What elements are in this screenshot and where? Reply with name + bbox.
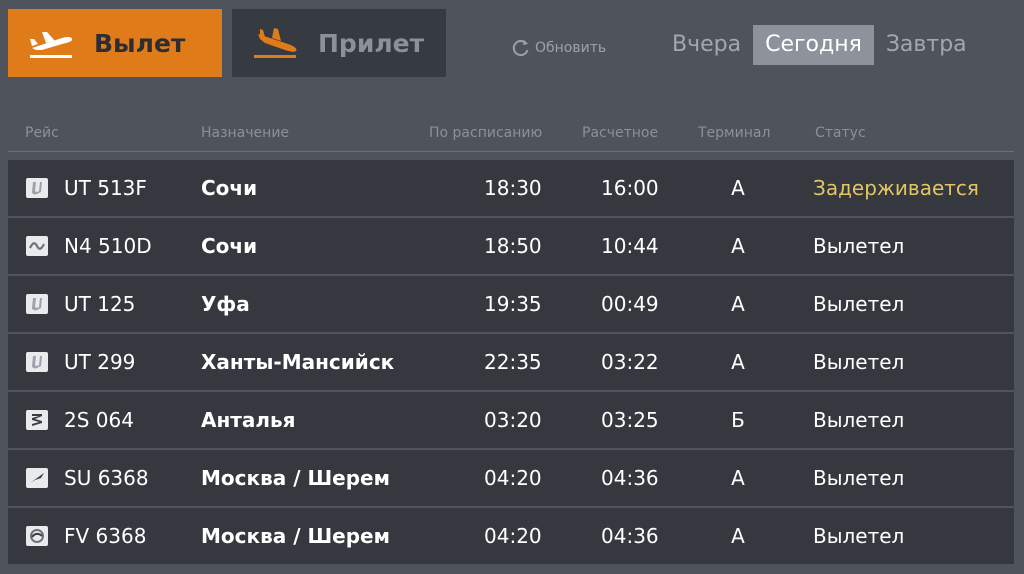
terminal: A <box>731 524 745 548</box>
scheduled-time: 04:20 <box>484 524 542 548</box>
airline-logo-cell <box>26 450 48 506</box>
aeroflot-logo <box>26 468 48 488</box>
airline-logo-cell <box>26 508 48 564</box>
terminal: Б <box>731 408 745 432</box>
destination: Сочи <box>201 234 258 258</box>
flight-status: Вылетел <box>813 466 905 490</box>
terminal: A <box>731 292 745 316</box>
destination: Уфа <box>201 292 250 316</box>
flight-number: N4 510D <box>64 234 152 258</box>
departures-tab[interactable]: Вылет <box>8 9 222 77</box>
estimated-time: 04:36 <box>601 524 659 548</box>
flight-status: Вылетел <box>813 350 905 374</box>
estimated-time: 10:44 <box>601 234 659 258</box>
refresh-button[interactable]: Обновить <box>511 36 606 60</box>
destination: Анталья <box>201 408 296 432</box>
flight-status: Задерживается <box>813 176 979 200</box>
flight-number: UT 513F <box>64 176 147 200</box>
refresh-label: Обновить <box>535 40 607 56</box>
table-row[interactable]: 2S 064 Анталья 03:20 03:25 Б Вылетел <box>8 392 1014 448</box>
utair-logo <box>26 352 48 372</box>
day-selector: Вчера Сегодня Завтра <box>660 25 979 65</box>
table-row[interactable]: UT 299 Ханты-Мансийск 22:35 03:22 A Вылетел <box>8 334 1014 390</box>
tab-today[interactable]: Сегодня <box>753 25 874 65</box>
flight-status: Вылетел <box>813 234 905 258</box>
flight-number: UT 299 <box>64 350 136 374</box>
arrivals-label: Прилет <box>318 28 425 58</box>
flight-number: 2S 064 <box>64 408 134 432</box>
flights-table: UT 513F Сочи 18:30 16:00 A Задерживается N4 51… <box>8 160 1014 566</box>
plane-landing-icon <box>252 23 302 63</box>
destination: Сочи <box>201 176 258 200</box>
utair-logo <box>26 294 48 314</box>
header-scheduled: По расписанию <box>429 125 543 141</box>
flight-number: FV 6368 <box>64 524 147 548</box>
airline-logo-cell <box>26 160 48 216</box>
header-status: Статус <box>815 125 866 141</box>
tab-tomorrow[interactable]: Завтра <box>874 25 979 65</box>
airline-logo-cell <box>26 218 48 274</box>
flight-status: Вылетел <box>813 292 905 316</box>
table-row[interactable]: N4 510D Сочи 18:50 10:44 A Вылетел <box>8 218 1014 274</box>
terminal: A <box>731 234 745 258</box>
estimated-time: 16:00 <box>601 176 659 200</box>
scheduled-time: 19:35 <box>484 292 542 316</box>
table-row[interactable]: FV 6368 Москва / Шерем 04:20 04:36 A Вылетел <box>8 508 1014 564</box>
destination: Ханты-Мансийск <box>201 350 395 374</box>
airline-logo-cell <box>26 276 48 332</box>
arrivals-tab[interactable]: Прилет <box>232 9 446 77</box>
flight-number: UT 125 <box>64 292 136 316</box>
flight-status: Вылетел <box>813 408 905 432</box>
header-divider <box>8 151 1014 152</box>
estimated-time: 03:25 <box>601 408 659 432</box>
header-destination: Назначение <box>201 125 290 141</box>
table-row[interactable]: UT 125 Уфа 19:35 00:49 A Вылетел <box>8 276 1014 332</box>
refresh-icon <box>511 38 531 58</box>
rossiya-logo <box>26 526 48 546</box>
estimated-time: 00:49 <box>601 292 659 316</box>
scheduled-time: 22:35 <box>484 350 542 374</box>
scheduled-time: 03:20 <box>484 408 542 432</box>
table-row[interactable]: UT 513F Сочи 18:30 16:00 A Задерживается <box>8 160 1014 216</box>
alrosa-logo <box>26 410 48 430</box>
flight-number: SU 6368 <box>64 466 149 490</box>
terminal: A <box>731 466 745 490</box>
plane-takeoff-icon <box>28 23 78 63</box>
header-estimated: Расчетное <box>582 125 659 141</box>
table-row[interactable]: SU 6368 Москва / Шерем 04:20 04:36 A Вылетел <box>8 450 1014 506</box>
scheduled-time: 04:20 <box>484 466 542 490</box>
departures-label: Вылет <box>94 28 186 58</box>
destination: Москва / Шерем <box>201 466 390 490</box>
terminal: A <box>731 350 745 374</box>
tab-yesterday[interactable]: Вчера <box>660 25 753 65</box>
header-terminal: Терминал <box>698 125 771 141</box>
scheduled-time: 18:30 <box>484 176 542 200</box>
estimated-time: 04:36 <box>601 466 659 490</box>
airline-logo-cell <box>26 334 48 390</box>
terminal: A <box>731 176 745 200</box>
nordwind-logo <box>26 236 48 256</box>
table-header: Рейс Назначение По расписанию Расчетное … <box>0 122 1024 146</box>
estimated-time: 03:22 <box>601 350 659 374</box>
header-flight: Рейс <box>25 125 59 141</box>
scheduled-time: 18:50 <box>484 234 542 258</box>
flight-status: Вылетел <box>813 524 905 548</box>
top-bar: Вылет Прилет Обновить Вчера Сегодня Завт… <box>0 0 1024 95</box>
destination: Москва / Шерем <box>201 524 390 548</box>
airline-logo-cell <box>26 392 48 448</box>
utair-logo <box>26 178 48 198</box>
